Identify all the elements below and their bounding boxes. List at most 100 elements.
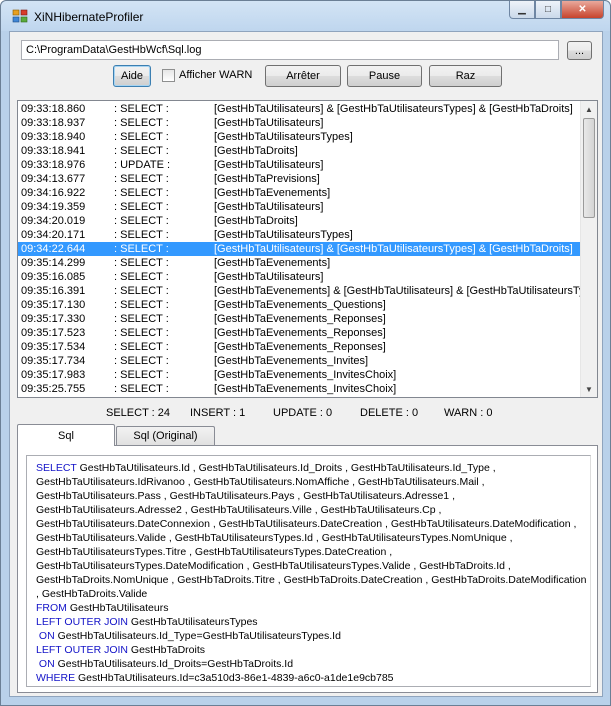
delete-count: DELETE : 0 bbox=[360, 407, 419, 419]
insert-count: INSERT : 1 bbox=[190, 407, 246, 419]
log-row-time: 09:33:18.976 bbox=[21, 159, 86, 171]
scroll-up-arrow-icon[interactable]: ▲ bbox=[581, 101, 597, 117]
window-title: XiNHibernateProfiler bbox=[34, 10, 144, 24]
log-row[interactable]: 09:34:19.359: SELECT : [GestHbTaUtilisate… bbox=[18, 200, 582, 214]
title-bar[interactable]: XiNHibernateProfiler ▁ □ ✕ bbox=[1, 1, 610, 31]
sql-text-segment: , GestHbTaDroits.Valide bbox=[36, 588, 148, 600]
log-path-input[interactable] bbox=[21, 40, 559, 60]
sql-text-segment: GestHbTaUtilisateurs.Pass , GestHbTaUtil… bbox=[36, 490, 455, 502]
log-row-time: 09:35:14.299 bbox=[21, 257, 86, 269]
scroll-thumb[interactable] bbox=[583, 118, 595, 218]
log-row[interactable]: 09:33:18.976: UPDATE : [GestHbTaUtilisate… bbox=[18, 158, 582, 172]
log-row[interactable]: 09:35:25.755: SELECT : [GestHbTaEvenement… bbox=[18, 382, 582, 396]
log-row-time: 09:34:16.922 bbox=[21, 187, 86, 199]
stop-button[interactable]: Arrêter bbox=[265, 65, 341, 87]
log-row[interactable]: 09:35:17.523: SELECT : [GestHbTaEvenement… bbox=[18, 326, 582, 340]
log-row[interactable]: 09:35:17.330: SELECT : [GestHbTaEvenement… bbox=[18, 312, 582, 326]
sql-textbox[interactable]: SELECT GestHbTaUtilisateurs.Id , GestHbT… bbox=[26, 455, 591, 687]
log-row-operation: : SELECT : bbox=[114, 229, 169, 241]
sql-line: GestHbTaDroits.NomUnique , GestHbTaDroit… bbox=[36, 573, 588, 587]
sql-line: GestHbTaUtilisateurs.Valide , GestHbTaUt… bbox=[36, 531, 588, 545]
log-row-operation: : SELECT : bbox=[114, 117, 169, 129]
sql-text-segment: GestHbTaUtilisateurs.Id=c3a510d3-86e1-48… bbox=[75, 672, 394, 684]
log-row[interactable]: 09:35:17.734: SELECT : [GestHbTaEvenement… bbox=[18, 354, 582, 368]
query-log-list[interactable]: 09:33:18.860 : SELECT : [GestHbTaUtilisate… bbox=[17, 100, 598, 398]
log-row-operation: : UPDATE : bbox=[114, 159, 171, 171]
log-row[interactable]: 09:35:16.085: SELECT : [GestHbTaUtilisate… bbox=[18, 270, 582, 284]
sql-text-segment: GestHbTaUtilisateurs.Adresse2 , GestHbTa… bbox=[36, 504, 442, 516]
log-row[interactable]: 09:33:18.941: SELECT : [GestHbTaDroits] bbox=[18, 144, 582, 158]
log-row[interactable]: 09:35:16.391: SELECT : [GestHbTaEvenement… bbox=[18, 284, 597, 298]
log-row-tables: [GestHbTaEvenements] & [GestHbTaUtilisat… bbox=[214, 285, 598, 297]
log-row-time: 09:33:18.937 bbox=[21, 117, 86, 129]
log-row-operation: : SELECT : bbox=[114, 299, 169, 311]
scroll-down-arrow-icon[interactable]: ▼ bbox=[581, 381, 597, 397]
log-row[interactable]: 09:34:16.922: SELECT : [GestHbTaEvenement… bbox=[18, 186, 582, 200]
sql-text-segment: GestHbTaUtilisateurs.Id_Droits=GestHbTaD… bbox=[54, 658, 294, 670]
log-row[interactable]: 09:34:20.019: SELECT : [GestHbTaDroits] bbox=[18, 214, 582, 228]
log-row-tables: [GestHbTaUtilisateursTypes] bbox=[214, 131, 353, 143]
pause-button[interactable]: Pause bbox=[347, 65, 422, 87]
log-row-time: 09:35:17.130 bbox=[21, 299, 86, 311]
minimize-button[interactable]: ▁ bbox=[509, 1, 535, 19]
log-row[interactable]: 09:34:22.644: SELECT : [GestHbTaUtilisate… bbox=[18, 242, 582, 256]
query-log-rows: 09:33:18.860 : SELECT : [GestHbTaUtilisate… bbox=[18, 102, 597, 396]
log-row[interactable]: 09:34:20.171: SELECT : [GestHbTaUtilisate… bbox=[18, 228, 582, 242]
log-row-tables: [GestHbTaEvenements_Reponses] bbox=[214, 313, 386, 325]
log-row-tables: [GestHbTaEvenements] bbox=[214, 257, 331, 269]
log-row[interactable]: 09:35:17.130 : SELECT : [GestHbTaEvenement… bbox=[18, 298, 582, 312]
log-row-operation: : SELECT : bbox=[114, 215, 169, 227]
sql-text-segment: GestHbTaUtilisateurs.DateConnexion , Ges… bbox=[36, 518, 577, 530]
close-icon: ✕ bbox=[578, 4, 587, 15]
sql-line: GestHbTaUtilisateurs.Adresse2 , GestHbTa… bbox=[36, 503, 588, 517]
log-row[interactable]: 09:34:13.677: SELECT : [GestHbTaPrevision… bbox=[18, 172, 582, 186]
log-row-operation: : SELECT : bbox=[114, 145, 169, 157]
show-warn-label[interactable]: Afficher WARN bbox=[179, 69, 252, 81]
select-count: SELECT : 24 bbox=[106, 407, 170, 419]
sql-text-segment: GestHbTaUtilisateursTypes.DateModificati… bbox=[36, 560, 511, 572]
log-row[interactable]: 09:33:18.937: SELECT : [GestHbTaUtilisate… bbox=[18, 116, 582, 130]
close-button[interactable]: ✕ bbox=[561, 1, 604, 19]
log-row[interactable]: 09:33:18.940: SELECT : [GestHbTaUtilisate… bbox=[18, 130, 582, 144]
sql-text-segment: GestHbTaUtilisateurs.Id_Type=GestHbTaUti… bbox=[54, 630, 341, 642]
log-row-tables: [GestHbTaEvenements_InvitesChoix] bbox=[214, 383, 397, 395]
aide-button[interactable]: Aide bbox=[113, 65, 151, 87]
log-row-time: 09:33:18.940 bbox=[21, 131, 86, 143]
sql-line: SELECT GestHbTaUtilisateurs.Id , GestHbT… bbox=[36, 461, 588, 475]
sql-keyword: LEFT OUTER JOIN bbox=[36, 644, 128, 656]
log-row[interactable]: 09:35:14.299: SELECT : [GestHbTaEvenement… bbox=[18, 256, 582, 270]
sql-line: ON GestHbTaUtilisateurs.Id_Droits=GestHb… bbox=[36, 657, 588, 671]
log-row-time: 09:35:16.085 bbox=[21, 271, 86, 283]
browse-button[interactable]: ... bbox=[567, 41, 592, 60]
log-scrollbar[interactable]: ▲ ▼ bbox=[580, 101, 597, 397]
show-warn-checkbox[interactable] bbox=[162, 69, 175, 82]
sql-line: GestHbTaUtilisateursTypes.DateModificati… bbox=[36, 559, 588, 573]
sql-keyword: FROM bbox=[36, 602, 67, 614]
log-row[interactable]: 09:35:17.983: SELECT : [GestHbTaEvenement… bbox=[18, 368, 582, 382]
log-row-tables: [GestHbTaUtilisateurs] & [GestHbTaUtilis… bbox=[214, 103, 573, 115]
log-row-tables: [GestHbTaUtilisateurs] bbox=[214, 201, 324, 213]
log-row-operation: : SELECT : bbox=[114, 383, 169, 395]
log-row-tables: [GestHbTaEvenements] bbox=[214, 187, 331, 199]
tab-sql-original[interactable]: Sql (Original) bbox=[116, 426, 215, 445]
log-row-tables: [GestHbTaEvenements_Questions] bbox=[214, 299, 386, 311]
log-row-operation: : SELECT : bbox=[114, 355, 169, 367]
sql-keyword: WHERE bbox=[36, 672, 76, 684]
minimize-icon: ▁ bbox=[518, 4, 526, 15]
maximize-button[interactable]: □ bbox=[535, 1, 561, 19]
log-row[interactable]: 09:33:18.860: SELECT : [GestHbTaUtilisate… bbox=[18, 102, 582, 116]
tab-sql[interactable]: Sql bbox=[17, 424, 115, 446]
log-row-time: 09:34:20.171 bbox=[21, 229, 86, 241]
sql-keyword: ON bbox=[36, 630, 55, 642]
sql-keyword: ON bbox=[36, 658, 55, 670]
maximize-icon: □ bbox=[544, 4, 552, 15]
log-row-time: 09:33:18.860 bbox=[21, 103, 86, 115]
sql-keyword: SELECT bbox=[36, 462, 77, 474]
app-icon bbox=[12, 9, 28, 23]
log-row[interactable]: 09:35:17.534: SELECT : [GestHbTaEvenement… bbox=[18, 340, 582, 354]
app-window: XiNHibernateProfiler ▁ □ ✕ ... Aide Affi… bbox=[0, 0, 611, 706]
sql-line: LEFT OUTER JOIN GestHbTaDroits bbox=[36, 643, 588, 657]
log-row-operation: : SELECT : bbox=[114, 285, 169, 297]
log-row-time: 09:34:22.644 bbox=[21, 243, 86, 255]
reset-button[interactable]: Raz bbox=[429, 65, 502, 87]
